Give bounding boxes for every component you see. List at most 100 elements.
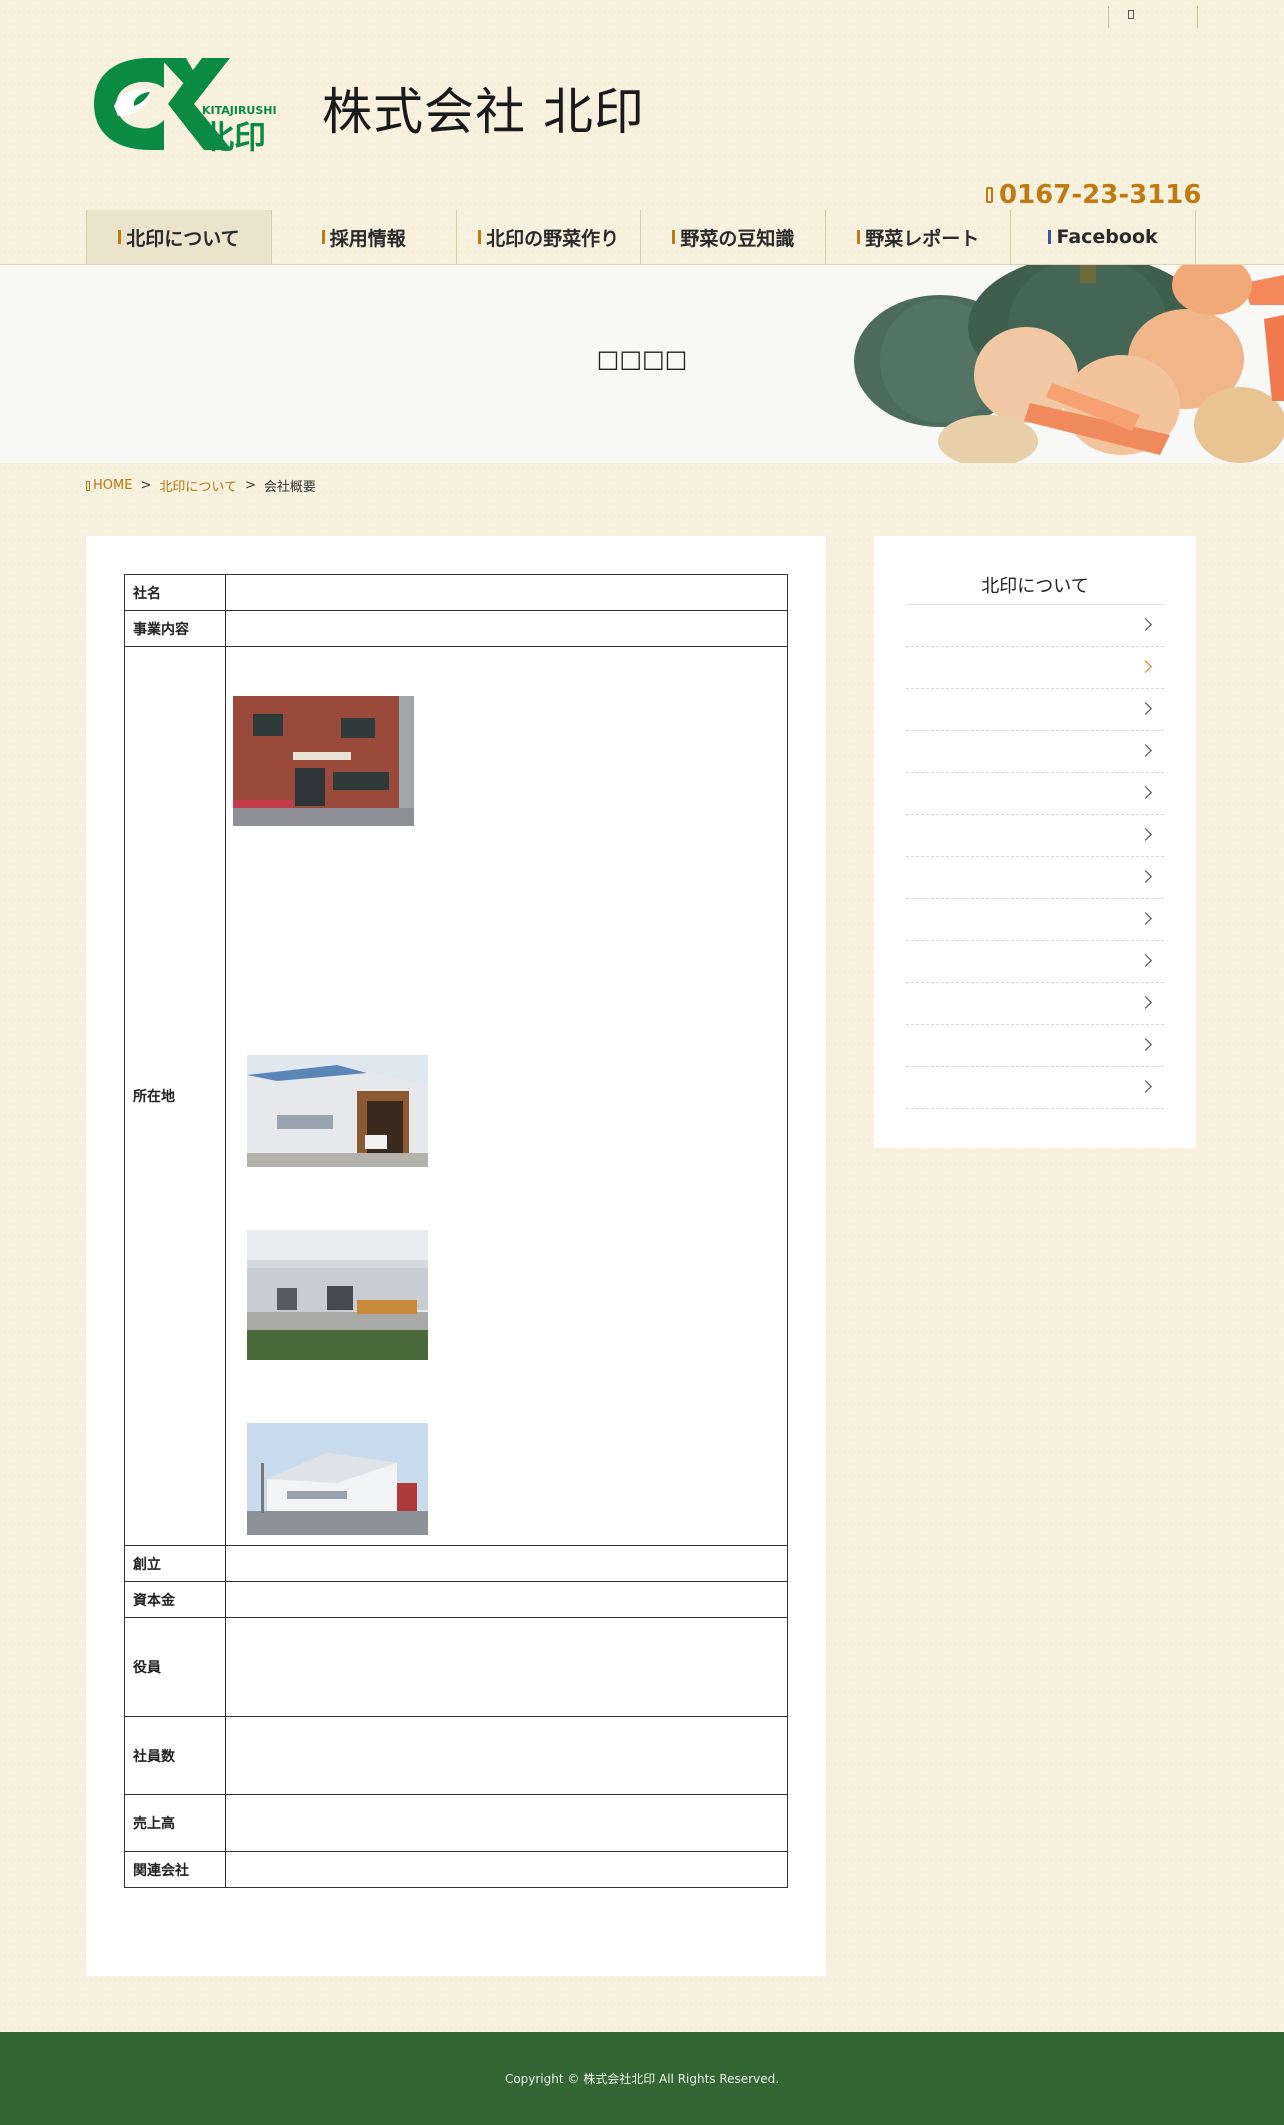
phone-icon [986, 187, 993, 203]
header-utility-box [1108, 6, 1198, 28]
row-value [225, 1617, 788, 1717]
row-value-photos [225, 646, 788, 1546]
table-row: 社名 [124, 574, 788, 611]
chevron-right-icon [1139, 996, 1152, 1009]
logo-kanji-text: 北印 [202, 118, 266, 152]
chevron-right-icon [1139, 912, 1152, 925]
row-value [225, 1545, 788, 1582]
row-label: 社名 [124, 574, 226, 611]
sidebar-item[interactable] [906, 1025, 1164, 1067]
nav-bullet-icon [857, 230, 861, 244]
row-value [225, 610, 788, 647]
warehouse-photo-3 [247, 1423, 428, 1535]
nav-vegetable-report[interactable]: 野菜レポート [826, 210, 1012, 264]
facebook-icon [1048, 230, 1052, 244]
nav-about[interactable]: 北印について [86, 210, 272, 264]
nav-label: Facebook [1056, 226, 1158, 248]
nav-bullet-icon [672, 230, 676, 244]
page-title: □□□□ [596, 345, 688, 373]
sidebar-menu [906, 604, 1164, 1109]
chevron-right-icon [1139, 660, 1152, 673]
nav-label: 北印について [126, 227, 240, 250]
nav-label: 採用情報 [329, 227, 406, 250]
row-label: 所在地 [124, 646, 226, 1546]
phone-number[interactable]: 0167-23-3116 [986, 180, 1202, 210]
page-hero: □□□□ [0, 265, 1284, 463]
nav-bullet-icon [478, 230, 482, 244]
nav-label: 野菜の豆知識 [680, 227, 795, 250]
mobile-icon[interactable] [1128, 10, 1134, 19]
chevron-right-icon [1139, 1038, 1152, 1051]
row-label: 社員数 [124, 1716, 226, 1795]
row-value [225, 1851, 788, 1888]
breadcrumb-parent[interactable]: 北印について [159, 476, 237, 495]
table-row: 事業内容 [124, 610, 788, 647]
sidebar-item[interactable] [906, 941, 1164, 983]
sidebar-item[interactable] [906, 815, 1164, 857]
sidebar: 北印について [874, 536, 1196, 1148]
head-office-photo [233, 696, 414, 826]
breadcrumb-current: 会社概要 [263, 480, 316, 495]
sidebar-item[interactable] [906, 1067, 1164, 1109]
row-label: 売上高 [124, 1794, 226, 1852]
nav-vegetable-trivia[interactable]: 野菜の豆知識 [641, 210, 827, 264]
chevron-right-icon [1139, 702, 1152, 715]
chevron-right-icon [1139, 786, 1152, 799]
sidebar-item[interactable] [906, 773, 1164, 815]
chevron-right-icon [1139, 618, 1152, 631]
table-row: 資本金 [124, 1581, 788, 1618]
phone-text: 0167-23-3116 [999, 180, 1202, 210]
row-label: 創立 [124, 1545, 226, 1582]
warehouse-photo-1 [247, 1055, 428, 1167]
chevron-right-icon [1139, 954, 1152, 967]
nav-label: 北印の野菜作り [486, 227, 620, 250]
sidebar-item[interactable] [906, 647, 1164, 689]
chevron-right-icon [1139, 1080, 1152, 1093]
footer: Copyright © 株式会社北印 All Rights Reserved. [0, 2032, 1284, 2125]
home-icon [86, 480, 90, 491]
row-value [225, 574, 788, 611]
table-row: 社員数 [124, 1716, 788, 1795]
table-row: 創立 [124, 1545, 788, 1582]
kitajirushi-logo[interactable]: KITAJIRUSHI 北印 [90, 56, 282, 156]
chevron-right-icon [1139, 744, 1152, 757]
nav-bullet-icon [321, 230, 325, 244]
table-row: 役員 [124, 1617, 788, 1717]
row-label: 役員 [124, 1617, 226, 1717]
breadcrumb: HOME > 北印について > 会社概要 [86, 476, 316, 495]
sidebar-item[interactable] [906, 605, 1164, 647]
nav-recruit[interactable]: 採用情報 [272, 210, 457, 264]
nav-facebook[interactable]: Facebook [1011, 210, 1196, 264]
sidebar-item[interactable] [906, 689, 1164, 731]
copyright-text: Copyright © 株式会社北印 All Rights Reserved. [504, 2072, 780, 2086]
sidebar-item[interactable] [906, 731, 1164, 773]
row-label: 事業内容 [124, 610, 226, 647]
table-row: 関連会社 [124, 1851, 788, 1888]
breadcrumb-home[interactable]: HOME [86, 478, 132, 493]
main-content: 社名 事業内容 所在地 創立 資本金 役員 社員数 売上高 関連会社 [86, 536, 826, 1976]
sidebar-item[interactable] [906, 857, 1164, 899]
company-profile-table: 社名 事業内容 所在地 創立 資本金 役員 社員数 売上高 関連会社 [124, 574, 788, 1888]
company-name: 株式会社 北印 [322, 83, 645, 141]
nav-vegetable-farming[interactable]: 北印の野菜作り [457, 210, 642, 264]
chevron-right-icon [1139, 870, 1152, 883]
row-value [225, 1794, 788, 1852]
warehouse-photo-2 [247, 1230, 428, 1360]
sidebar-item[interactable] [906, 899, 1164, 941]
row-value [225, 1716, 788, 1795]
nav-label: 野菜レポート [865, 227, 980, 250]
chevron-right-icon [1139, 828, 1152, 841]
sidebar-item[interactable] [906, 983, 1164, 1025]
breadcrumb-home-label: HOME [93, 478, 133, 493]
global-nav: 北印について 採用情報 北印の野菜作り 野菜の豆知識 野菜レポート Facebo… [86, 210, 1196, 264]
nav-bullet-icon [118, 230, 122, 244]
sidebar-title: 北印について [981, 576, 1089, 597]
breadcrumb-separator: > [244, 478, 256, 493]
row-label: 資本金 [124, 1581, 226, 1618]
table-row: 売上高 [124, 1794, 788, 1852]
table-row: 所在地 [124, 646, 788, 1546]
row-value [225, 1581, 788, 1618]
row-label: 関連会社 [124, 1851, 226, 1888]
breadcrumb-separator: > [140, 478, 152, 493]
logo-roman-text: KITAJIRUSHI [202, 104, 277, 117]
